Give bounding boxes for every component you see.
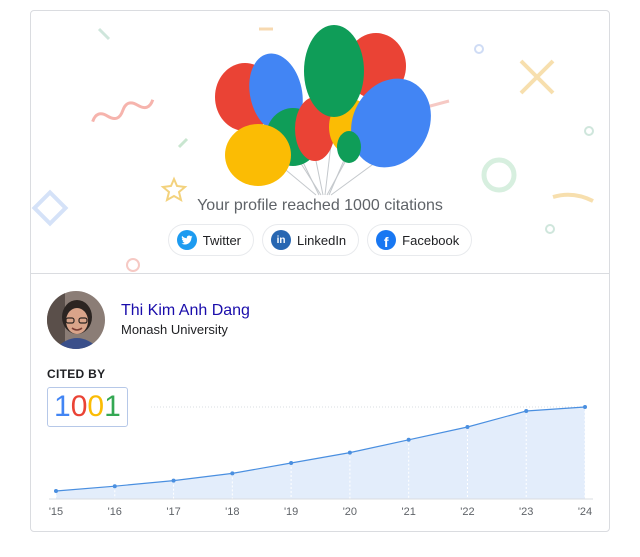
chart-data-point xyxy=(347,450,352,455)
chart-area-fill xyxy=(56,407,585,499)
chart-x-tick-label: '20 xyxy=(343,506,357,518)
chart-data-point xyxy=(54,489,58,493)
chart-data-point xyxy=(406,437,411,442)
chart-data-point xyxy=(171,478,176,483)
chart-data-point xyxy=(112,484,117,489)
chart-x-tick-label: '21 xyxy=(401,506,415,518)
chart-x-tick-label: '16 xyxy=(108,506,122,518)
chart-x-tick-label: '15 xyxy=(49,506,63,518)
chart-x-tick-label: '18 xyxy=(225,506,239,518)
chart-x-tick-label: '23 xyxy=(519,506,533,518)
chart-data-point xyxy=(524,409,529,413)
chart-x-tick-label: '22 xyxy=(460,506,474,518)
chart-data-point xyxy=(465,425,470,429)
chart-x-tick-label: '24 xyxy=(578,506,592,518)
citation-milestone-card: Your profile reached 1000 citations Twit… xyxy=(30,10,610,532)
chart-data-point xyxy=(230,471,235,476)
chart-data-point xyxy=(289,461,294,465)
citations-per-year-chart: '15 '16 '17 '18 '19 '20 '21 '22 '23 '24 xyxy=(49,405,593,518)
chart-data-point xyxy=(583,405,587,409)
chart-x-tick-label: '19 xyxy=(284,506,298,518)
chart-x-tick-label: '17 xyxy=(166,506,180,518)
